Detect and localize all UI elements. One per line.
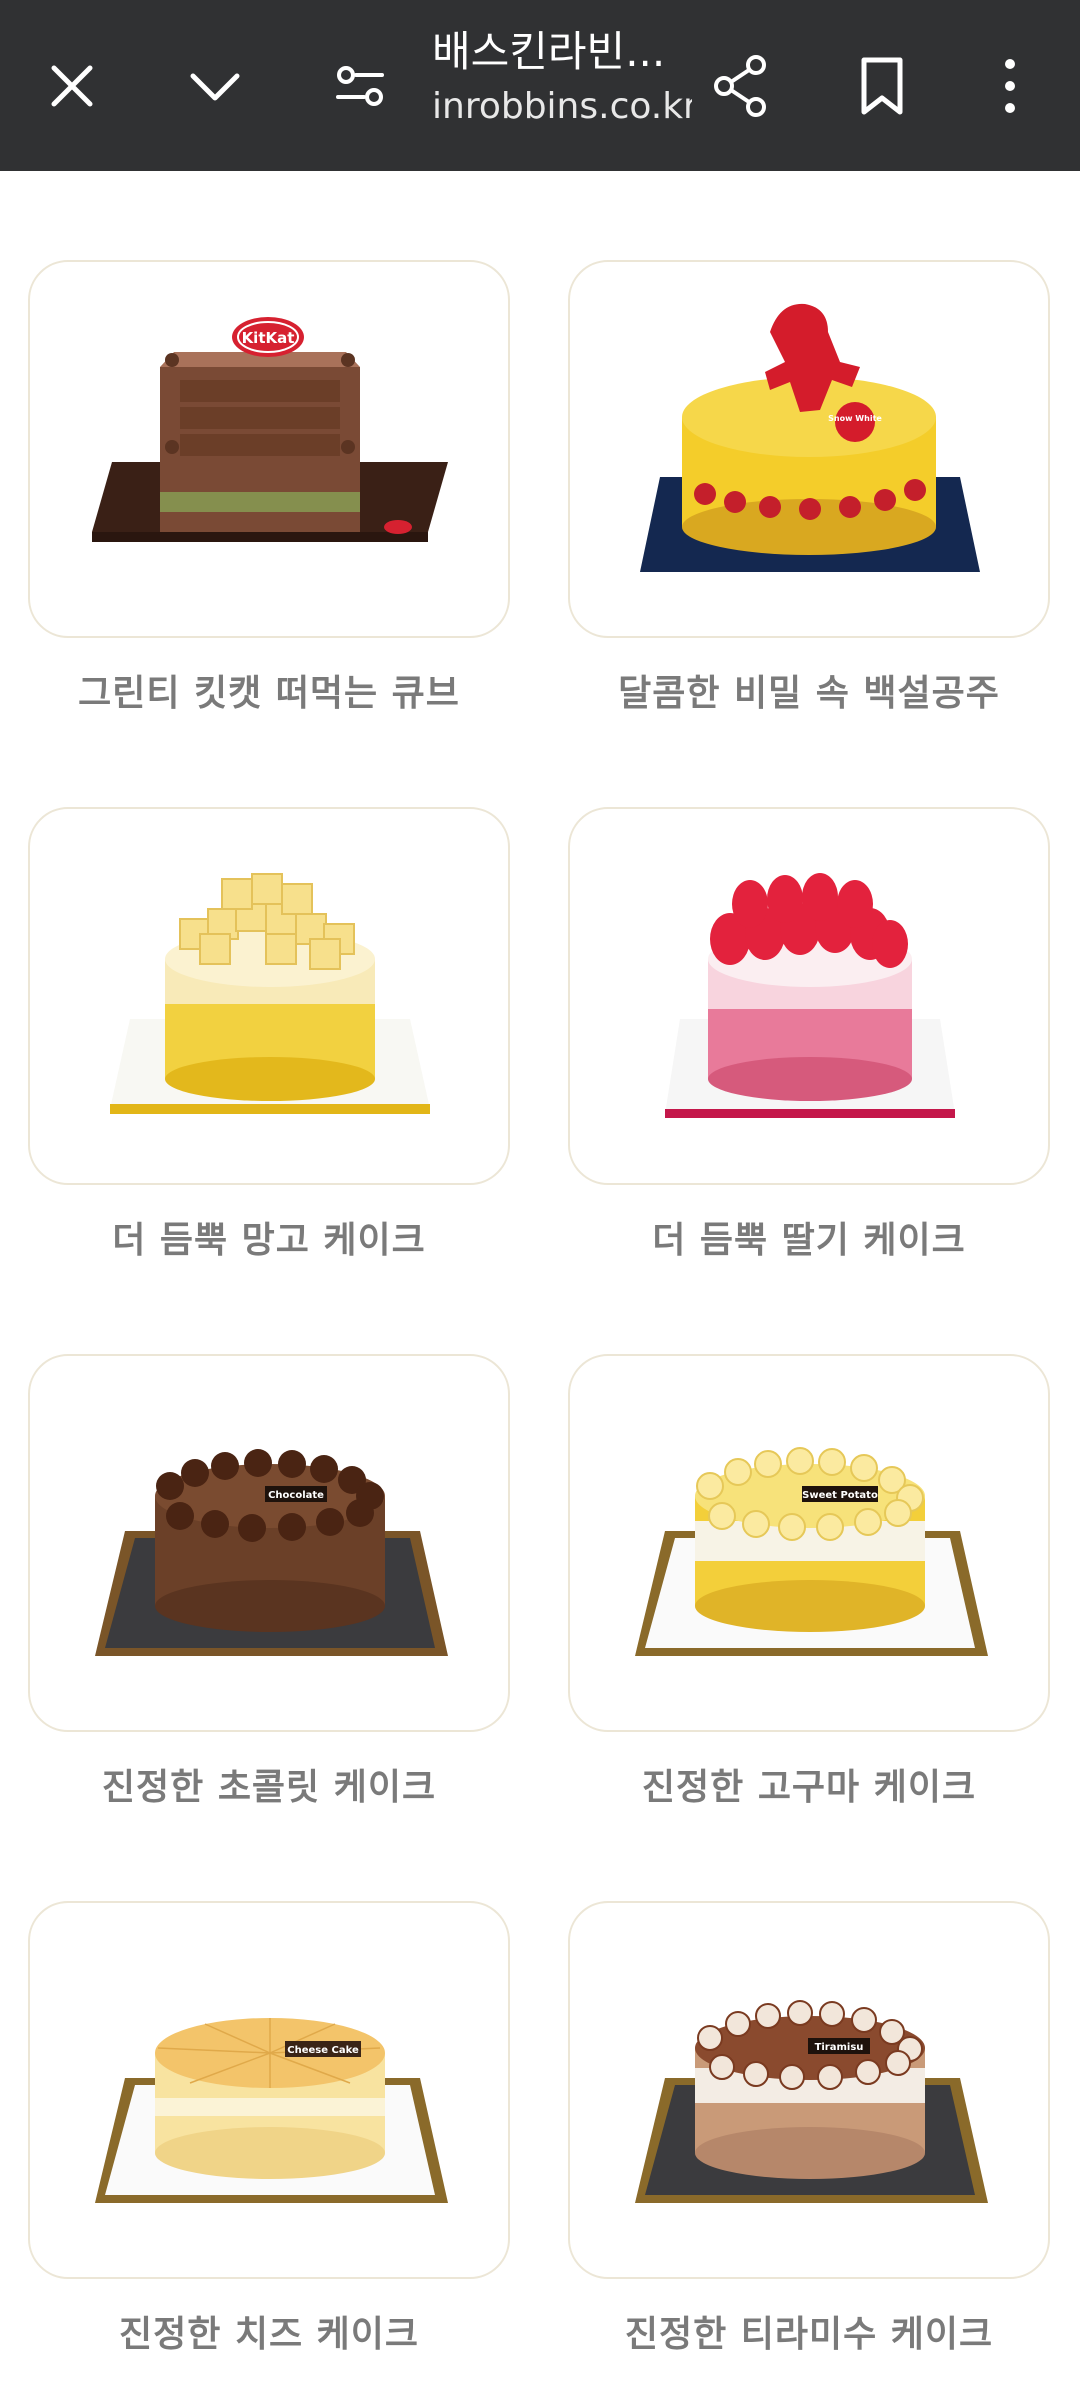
bookmark-button[interactable] [827,0,937,171]
close-icon [51,65,93,106]
page-title: 배스킨라빈... [432,27,666,76]
product-card-strawberry[interactable] [568,807,1050,1185]
tiramisu-label: Tiramisu [815,2042,864,2053]
page-settings-icon [336,65,384,106]
product-name[interactable]: 진정한 초콜릿 케이크 [28,1758,510,1810]
more-icon [1005,58,1015,113]
product-name[interactable]: 달콤한 비밀 속 백설공주 [568,664,1050,716]
cheese-cake-image: Cheese Cake [95,2018,448,2203]
browser-toolbar: 배스킨라빈... inrobbins.co.kr [0,0,1080,171]
page-title-area[interactable]: 배스킨라빈... inrobbins.co.kr [432,22,692,132]
chocolate-label: Chocolate [268,1490,324,1501]
page-url: inrobbins.co.kr [432,86,692,127]
product-name[interactable]: 진정한 티라미수 케이크 [568,2305,1050,2357]
snow-white-cake-image: Snow White [640,303,980,572]
bookmark-icon [861,57,903,114]
kitkat-label: KitKat [242,329,295,347]
more-options-button[interactable] [955,0,1065,171]
product-card-kitkat-cube[interactable]: KitKat [28,260,510,638]
kitkat-cube-cake-image: KitKat [92,317,448,542]
product-name[interactable]: 진정한 고구마 케이크 [568,1758,1050,1810]
share-button[interactable] [685,0,795,171]
product-card-snow-white[interactable]: Snow White [568,260,1050,638]
snow-white-label: Snow White [828,414,882,423]
close-button[interactable] [17,0,127,171]
share-icon [714,54,766,117]
strawberry-cake-image [665,873,955,1118]
sweet-potato-label: Sweet Potato [802,1490,878,1501]
product-card-tiramisu[interactable]: Tiramisu [568,1901,1050,2279]
product-card-mango[interactable] [28,807,510,1185]
sweet-potato-cake-image: Sweet Potato [635,1447,988,1656]
product-name[interactable]: 더 듬뿍 망고 케이크 [28,1211,510,1263]
product-name[interactable]: 더 듬뿍 딸기 케이크 [568,1211,1050,1263]
tiramisu-cake-image: Tiramisu [635,2000,988,2203]
product-name[interactable]: 그린티 킷캣 떠먹는 큐브 [28,664,510,716]
chevron-down-icon [190,73,240,100]
product-card-cheese[interactable]: Cheese Cake [28,1901,510,2279]
mango-cake-image [110,873,430,1114]
cheese-cake-label: Cheese Cake [287,2045,359,2056]
page-settings-button[interactable] [305,0,415,171]
minimize-button[interactable] [160,0,270,171]
product-card-chocolate[interactable]: Chocolate [28,1354,510,1732]
product-card-sweet-potato[interactable]: Sweet Potato [568,1354,1050,1732]
product-name[interactable]: 진정한 치즈 케이크 [28,2305,510,2357]
chocolate-cake-image: Chocolate [95,1449,448,1656]
